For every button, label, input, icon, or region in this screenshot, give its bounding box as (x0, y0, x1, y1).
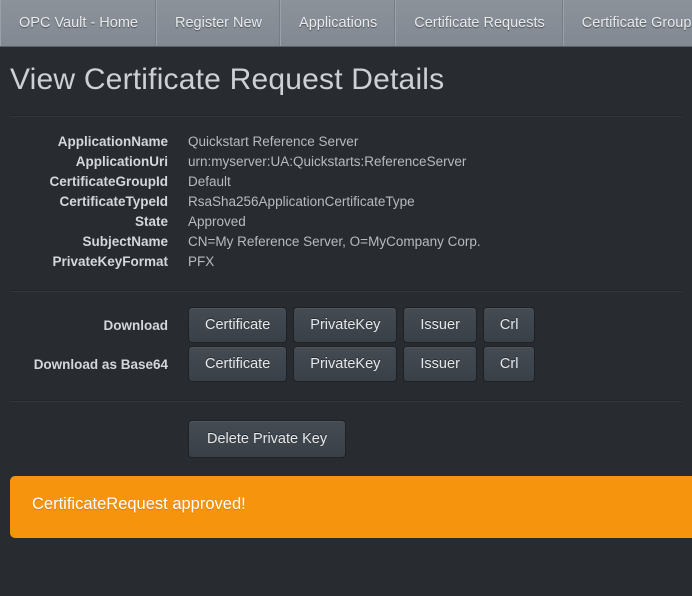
detail-label-subject-name: SubjectName (82, 234, 168, 249)
status-banner-approved: CertificateRequest approved! (10, 476, 692, 538)
download-button-group: Certificate PrivateKey Issuer Crl (168, 307, 536, 343)
download-row: Download Certificate PrivateKey Issuer C… (0, 307, 692, 343)
nav-tab-label: Certificate Groups (581, 15, 692, 31)
detail-value-application-name: Quickstart Reference Server (188, 134, 359, 149)
nav-tab-label: Applications (299, 15, 378, 31)
page-title: View Certificate Request Details (10, 63, 445, 96)
nav-tab-opc-vault-home[interactable]: OPC Vault - Home (0, 0, 157, 46)
download-row: Download as Base64 Certificate PrivateKe… (0, 346, 692, 382)
nav-tab-applications[interactable]: Applications (281, 0, 397, 46)
detail-row: SubjectName CN=My Reference Server, O=My… (0, 232, 692, 252)
detail-label-certificate-group-id: CertificateGroupId (49, 174, 168, 189)
detail-value-private-key-format: PFX (188, 254, 215, 269)
detail-value-application-uri: urn:myserver:UA:Quickstarts:ReferenceSer… (188, 154, 467, 169)
nav-tab-label: Certificate Requests (414, 15, 545, 31)
download-issuer-button[interactable]: Issuer (403, 307, 477, 343)
download-base64-issuer-button[interactable]: Issuer (403, 346, 477, 382)
download-base64-crl-button[interactable]: Crl (482, 346, 536, 382)
detail-value-subject-name: CN=My Reference Server, O=MyCompany Corp… (188, 234, 481, 249)
certificate-request-details: ApplicationName Quickstart Reference Ser… (0, 132, 692, 272)
detail-row: State Approved (0, 212, 692, 232)
downloads-section: Download Certificate PrivateKey Issuer C… (0, 292, 692, 382)
detail-label-private-key-format: PrivateKeyFormat (52, 254, 168, 269)
delete-private-key-button[interactable]: Delete Private Key (188, 420, 347, 458)
detail-value-certificate-type-id: RsaSha256ApplicationCertificateType (188, 194, 415, 209)
detail-value-state: Approved (188, 214, 246, 229)
nav-tab-label: Register New (175, 15, 263, 31)
download-base64-button-group: Certificate PrivateKey Issuer Crl (168, 346, 536, 382)
detail-label-application-uri: ApplicationUri (75, 154, 168, 169)
download-base64-privatekey-button[interactable]: PrivateKey (293, 346, 398, 382)
status-banner-message: CertificateRequest approved! (32, 495, 246, 513)
download-certificate-button[interactable]: Certificate (188, 307, 288, 343)
detail-value-certificate-group-id: Default (188, 174, 231, 189)
download-row-label: Download (103, 317, 169, 333)
divider-under-title (10, 115, 682, 117)
main-navbar: OPC Vault - Home Register New Applicatio… (0, 0, 692, 47)
detail-label-state: State (134, 214, 168, 229)
download-privatekey-button[interactable]: PrivateKey (293, 307, 398, 343)
download-base64-row-label: Download as Base64 (33, 356, 168, 372)
delete-action-section: Delete Private Key (0, 402, 692, 458)
download-base64-certificate-button[interactable]: Certificate (188, 346, 288, 382)
nav-tab-label: OPC Vault - Home (19, 15, 138, 31)
detail-row: ApplicationName Quickstart Reference Ser… (0, 132, 692, 152)
detail-row: CertificateGroupId Default (0, 172, 692, 192)
detail-label-application-name: ApplicationName (57, 134, 168, 149)
detail-row: ApplicationUri urn:myserver:UA:Quickstar… (0, 152, 692, 172)
nav-tab-certificate-groups[interactable]: Certificate Groups (564, 0, 692, 46)
download-crl-button[interactable]: Crl (482, 307, 536, 343)
detail-row: PrivateKeyFormat PFX (0, 252, 692, 272)
detail-row: CertificateTypeId RsaSha256ApplicationCe… (0, 192, 692, 212)
detail-label-certificate-type-id: CertificateTypeId (59, 194, 168, 209)
nav-tab-certificate-requests[interactable]: Certificate Requests (396, 0, 564, 46)
nav-tab-register-new[interactable]: Register New (157, 0, 282, 46)
